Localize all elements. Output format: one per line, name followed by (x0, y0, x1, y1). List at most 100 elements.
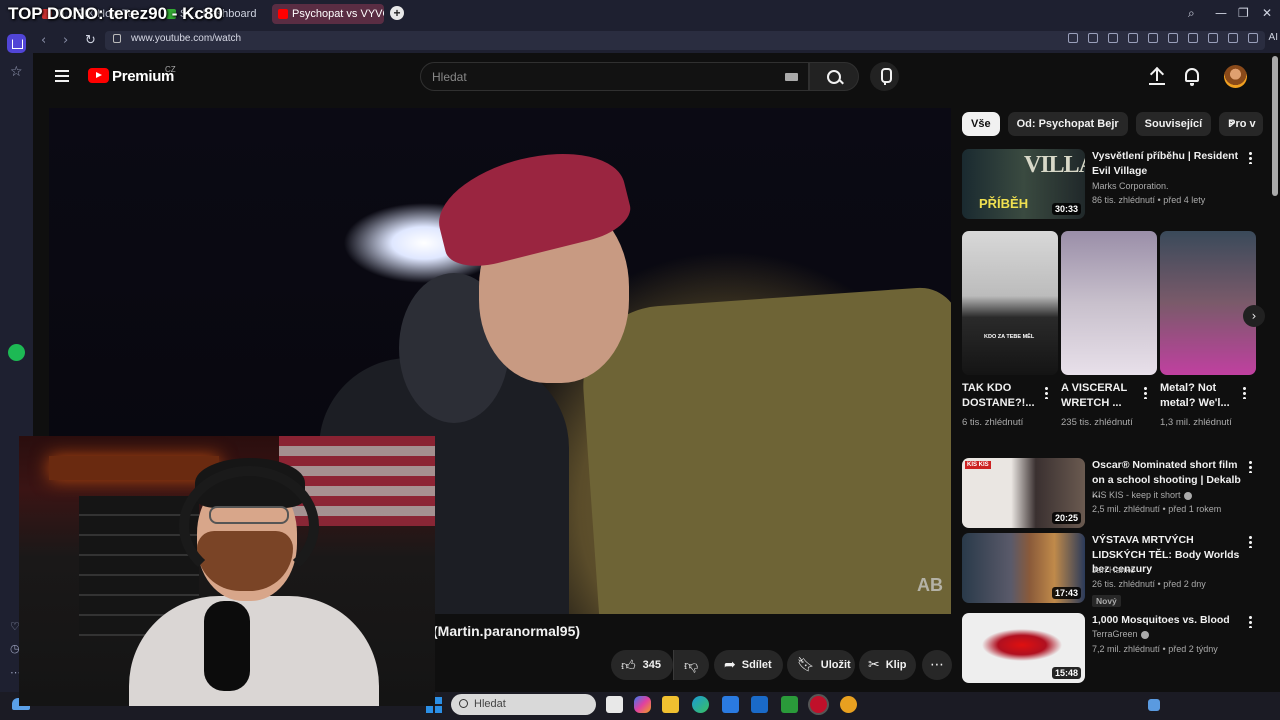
video-title[interactable]: Vysvětlení příběhu | Resident Evil Villa… (1092, 149, 1242, 178)
duration-badge: 17:43 (1051, 587, 1081, 599)
stream-top-donation-overlay: TOP DONO: terez90 - Kc80 (8, 4, 223, 23)
webcam-streamer-body (129, 596, 379, 706)
chip-for-you[interactable]: Pro v (1219, 112, 1264, 136)
outlook-icon[interactable] (751, 696, 768, 713)
video-thumbnail[interactable]: 15:48 (962, 613, 1085, 683)
keyboard-icon[interactable] (785, 73, 798, 81)
zoom-icon[interactable] (1068, 33, 1078, 43)
chevron-right-icon[interactable]: › (1243, 305, 1265, 327)
short-title[interactable]: TAK KDO DOSTANE?!... (962, 381, 1042, 411)
play-icon[interactable] (1148, 33, 1158, 43)
shield-icon[interactable] (1128, 33, 1138, 43)
clip-button[interactable]: ✂ Klip (859, 650, 916, 680)
dislike-button[interactable]: 👎︎ (673, 650, 709, 680)
chevron-right-icon[interactable]: › (1229, 113, 1235, 132)
account-icon[interactable] (1228, 33, 1238, 43)
youtube-favicon-icon (278, 9, 288, 19)
taskbar-search-input[interactable]: Hledat (451, 694, 596, 715)
channel-name[interactable]: Marks Corporation. (1092, 181, 1169, 191)
thumbnail-caption: KDO ZA TEBE MĚL (984, 334, 1035, 340)
more-vert-icon[interactable] (1249, 535, 1252, 548)
url-text[interactable]: www.youtube.com/watch (131, 33, 241, 44)
download-icon[interactable] (1188, 33, 1198, 43)
app-icon[interactable] (840, 696, 857, 713)
heart-icon[interactable] (1168, 33, 1178, 43)
more-actions-button[interactable]: ⋯ (922, 650, 952, 680)
short-thumbnail[interactable] (1061, 231, 1157, 375)
short-thumbnail[interactable]: KDO ZA TEBE MĚL (962, 231, 1058, 375)
more-vert-icon[interactable] (1249, 615, 1252, 628)
more-vert-icon[interactable] (1144, 386, 1147, 399)
short-thumbnail[interactable] (1160, 231, 1256, 375)
close-window-button[interactable]: ✕ (1262, 6, 1272, 20)
task-view-icon[interactable] (606, 696, 623, 713)
channel-name[interactable]: Jan Hanko (1092, 565, 1135, 575)
search-input[interactable]: Hledat (420, 62, 809, 91)
duration-badge: 20:25 (1051, 512, 1081, 524)
spotify-icon[interactable] (8, 344, 25, 361)
voice-search-button[interactable] (870, 62, 899, 91)
like-button[interactable]: 👍︎ 345 (611, 650, 673, 680)
share-icon: ➦ (724, 657, 736, 673)
webcam-background-shelf (49, 456, 219, 480)
browser-tab-active[interactable]: Psychopat vs VYVOLALI J... (272, 4, 384, 24)
store-icon[interactable] (722, 696, 739, 713)
more-vert-icon[interactable] (1045, 386, 1048, 399)
page-scrollbar[interactable] (1272, 56, 1278, 196)
verified-icon (1140, 630, 1149, 639)
reload-button[interactable]: ↻ (85, 33, 96, 48)
video-thumbnail[interactable]: VILLAGE PŘÍBĚH 30:33 (962, 149, 1085, 219)
minimize-button[interactable]: — (1215, 6, 1227, 20)
chip-related[interactable]: Související (1135, 112, 1212, 136)
notifications-bell-icon[interactable] (1185, 68, 1199, 86)
webcam-microphone (204, 601, 250, 691)
video-thumbnail[interactable]: 17:43 (962, 533, 1085, 603)
browser-search-icon[interactable]: ⌕ (1188, 6, 1195, 21)
more-vert-icon[interactable] (1249, 151, 1252, 164)
opera-icon[interactable] (810, 696, 827, 713)
address-bar-row: ‹ › ↻ www.youtube.com/watch AI (33, 28, 1280, 53)
bold-app-icon[interactable] (781, 696, 798, 713)
video-meta: 7,2 mil. zhlédnutí • před 2 týdny (1092, 644, 1218, 654)
search-button[interactable] (809, 62, 859, 91)
short-title[interactable]: A VISCERAL WRETCH ... (1061, 381, 1141, 411)
chip-all[interactable]: Vše (962, 112, 1000, 136)
save-label: Uložit (820, 659, 851, 671)
forward-button[interactable]: › (63, 33, 68, 48)
save-button[interactable]: 🔖︎ Uložit (787, 650, 855, 680)
edge-icon[interactable] (692, 696, 709, 713)
video-title[interactable]: 1,000 Mosquitoes vs. Blood (1092, 613, 1242, 628)
maximize-button[interactable]: ❐ (1238, 6, 1249, 20)
more-vert-icon[interactable] (1249, 460, 1252, 473)
list-icon[interactable] (1208, 33, 1218, 43)
video-title: (Martin.paranormal95) (433, 623, 581, 639)
home-icon[interactable] (7, 34, 26, 53)
more-horizontal-icon: ⋯ (930, 657, 944, 673)
file-explorer-icon[interactable] (662, 696, 679, 713)
camera-icon[interactable] (1108, 33, 1118, 43)
copilot-icon[interactable] (634, 696, 651, 713)
back-button[interactable]: ‹ (41, 33, 46, 48)
short-title[interactable]: Metal? Not metal? We'l... (1160, 381, 1240, 411)
thumbs-up-icon: 👍︎ (621, 657, 636, 674)
edit-icon[interactable] (1088, 33, 1098, 43)
youtube-logo-icon[interactable] (88, 68, 109, 83)
bookmarks-star-icon[interactable]: ☆ (10, 64, 23, 80)
chip-from-channel[interactable]: Od: Psychopat Bejr (1007, 112, 1128, 136)
channel-name[interactable]: KIS KIS - keep it short (1092, 490, 1192, 500)
video-thumbnail[interactable]: KIS KIS 20:25 (962, 458, 1085, 528)
avatar[interactable] (1224, 65, 1247, 88)
share-button[interactable]: ➦ Sdílet (714, 650, 783, 680)
tab-label: Psychopat vs VYVOLALI J... (292, 8, 384, 20)
channel-watermark[interactable]: AB (917, 575, 943, 596)
webcam-headset (179, 466, 319, 586)
cube-icon[interactable] (1248, 33, 1258, 43)
more-vert-icon[interactable] (1243, 386, 1246, 399)
new-tab-button[interactable]: + (390, 6, 404, 20)
ai-button[interactable]: AI (1269, 32, 1278, 43)
short-views: 235 tis. zhlédnutí (1061, 417, 1133, 428)
hamburger-menu-icon[interactable] (55, 70, 69, 82)
thumbnail-text: PŘÍBĚH (979, 196, 1029, 211)
tray-icon[interactable] (1148, 699, 1160, 711)
channel-name[interactable]: TerraGreen (1092, 629, 1149, 639)
